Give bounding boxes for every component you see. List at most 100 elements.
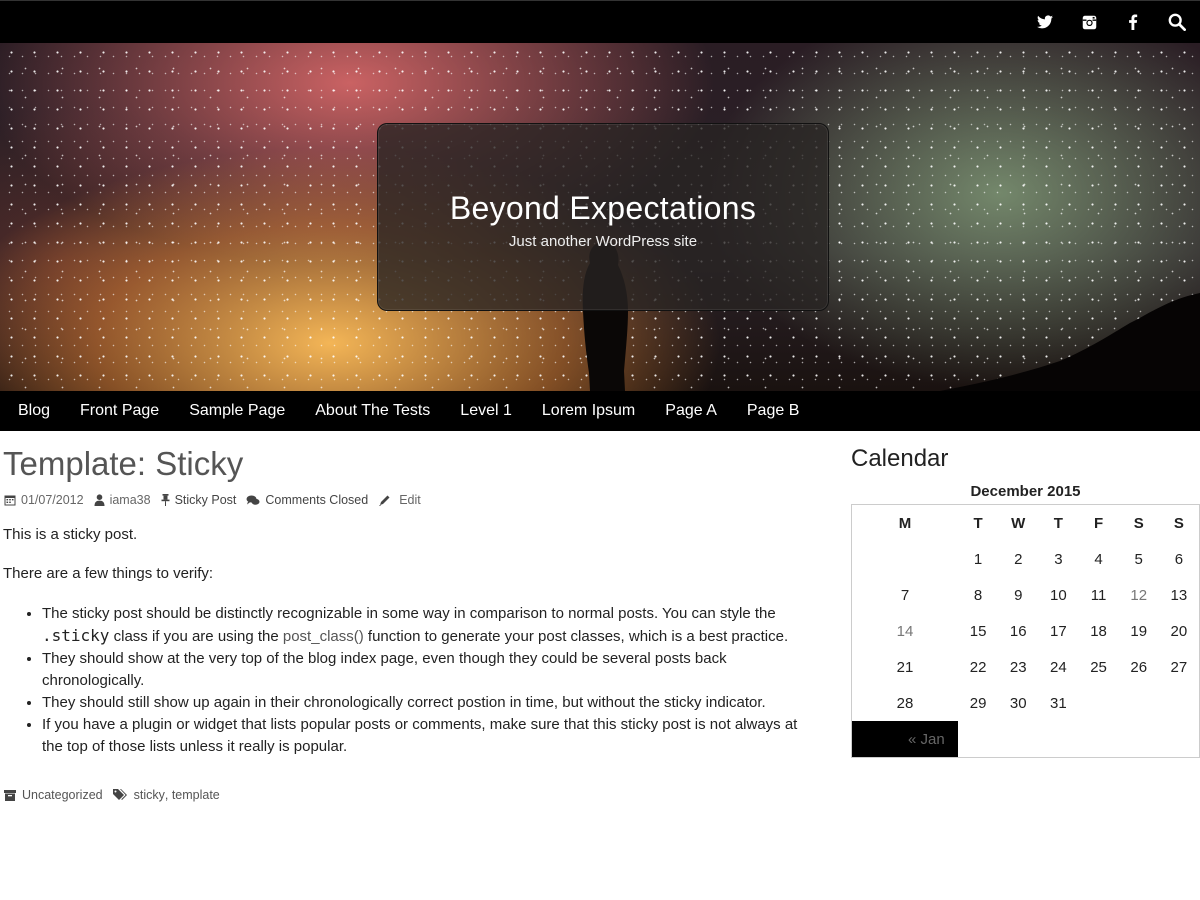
- calendar-day: 3: [1054, 550, 1063, 568]
- calendar-prev-link[interactable]: « Jan: [852, 721, 958, 757]
- calendar-day: 6: [1174, 550, 1184, 568]
- tag-link-sticky[interactable]: sticky: [134, 788, 165, 802]
- calendar-week-row: 14 15 16 17 18 19 20: [852, 613, 1200, 649]
- post-date[interactable]: 01/07/2012: [21, 493, 84, 507]
- post-content: This is a sticky post. There are a few t…: [3, 524, 820, 758]
- calendar-day: 9: [1014, 586, 1023, 604]
- calendar-day-link[interactable]: 14: [852, 613, 959, 649]
- nav-about-the-tests[interactable]: About The Tests: [315, 402, 430, 420]
- calendar-day: 17: [1050, 622, 1067, 640]
- calendar-weekday-row: M T W T F S S: [852, 505, 1200, 542]
- calendar-day: 7: [900, 586, 910, 604]
- calendar-day: [1078, 685, 1118, 721]
- bullet-text: The sticky post should be distinctly rec…: [42, 605, 776, 622]
- list-item: If you have a plugin or widget that list…: [42, 714, 812, 758]
- calendar-day: 26: [1130, 658, 1148, 676]
- archive-icon: [4, 789, 16, 801]
- edit-link[interactable]: Edit: [399, 493, 421, 507]
- comments-status: Comments Closed: [265, 493, 369, 507]
- calendar-day: 29: [969, 694, 987, 712]
- weekday-label: T: [973, 514, 983, 532]
- search-icon[interactable]: [1168, 13, 1186, 31]
- calendar-day: 5: [1134, 550, 1143, 568]
- tags-icon: [112, 789, 127, 800]
- header-image: Beyond Expectations Just another WordPre…: [0, 43, 1200, 391]
- inline-code: .sticky: [42, 626, 110, 645]
- calendar-day: 22: [969, 658, 987, 676]
- post-taxonomy: Uncategorized sticky, template: [4, 788, 820, 802]
- nav-lorem-ipsum[interactable]: Lorem Ipsum: [542, 402, 635, 420]
- calendar-day-link[interactable]: 12: [1119, 577, 1159, 613]
- category-link[interactable]: Uncategorized: [22, 788, 103, 802]
- social-bar: [0, 0, 1200, 43]
- calendar-day: [1159, 685, 1200, 721]
- user-icon: [94, 494, 105, 506]
- nav-sample-page[interactable]: Sample Page: [189, 402, 285, 420]
- calendar-day: 21: [896, 658, 914, 676]
- nav-blog[interactable]: Blog: [18, 402, 50, 420]
- calendar-week-row: 28 29 30 31: [852, 685, 1200, 721]
- calendar-day: 1: [973, 550, 983, 568]
- calendar-day: [1119, 685, 1159, 721]
- calendar-day: 16: [1009, 622, 1027, 640]
- weekday-label: S: [1133, 514, 1144, 532]
- post-title[interactable]: Template: Sticky: [3, 445, 820, 483]
- twitter-icon[interactable]: [1036, 13, 1054, 31]
- instagram-icon[interactable]: [1080, 13, 1098, 31]
- calendar-day: 31: [1050, 694, 1067, 712]
- weekday-label: S: [1173, 514, 1184, 532]
- calendar-day: 4: [1094, 550, 1103, 568]
- calendar-day: 25: [1090, 658, 1107, 676]
- list-item: They should show at the very top of the …: [42, 648, 812, 692]
- calendar-day: 28: [896, 694, 914, 712]
- calendar-day: 23: [1009, 658, 1027, 676]
- calendar-week-row: 21 22 23 24 25 26 27: [852, 649, 1200, 685]
- bullet-text: function to generate your post classes, …: [363, 628, 789, 645]
- post-bullet-list: The sticky post should be distinctly rec…: [3, 603, 812, 758]
- calendar-day: 18: [1090, 622, 1107, 640]
- weekday-label: F: [1093, 514, 1104, 532]
- nav-front-page[interactable]: Front Page: [80, 402, 159, 420]
- calendar-week-row: 7 8 9 10 11 12 13: [852, 577, 1200, 613]
- nav-page-a[interactable]: Page A: [665, 402, 717, 420]
- calendar-day: 20: [1170, 622, 1188, 640]
- calendar-day: 30: [1009, 694, 1027, 712]
- main-navigation: Blog Front Page Sample Page About The Te…: [0, 391, 1200, 431]
- site-title[interactable]: Beyond Expectations: [378, 190, 828, 227]
- calendar-day: [852, 541, 959, 577]
- calendar-day: 27: [1170, 658, 1188, 676]
- post: Template: Sticky 01/07/2012 iama38 Stick…: [0, 431, 820, 802]
- comments-icon: [246, 495, 260, 505]
- nav-level-1[interactable]: Level 1: [460, 402, 512, 420]
- calendar-widget-title: Calendar: [851, 445, 949, 472]
- weekday-label: W: [1011, 514, 1026, 532]
- sidebar: Calendar December 2015 M T W T F S S 1 2: [851, 431, 1200, 758]
- edit-icon: [379, 495, 390, 506]
- calendar-day: 13: [1170, 586, 1188, 604]
- calendar-month: December 2015: [970, 483, 1081, 500]
- list-item: The sticky post should be distinctly rec…: [42, 603, 812, 648]
- calendar-icon: [4, 495, 16, 506]
- post-class-link[interactable]: post_class(): [283, 628, 364, 645]
- calendar-day: 8: [973, 586, 983, 604]
- sticky-label: Sticky Post: [174, 493, 237, 507]
- calendar-table: December 2015 M T W T F S S 1 2 3 4 5 6 …: [851, 483, 1200, 758]
- list-item: They should still show up again in their…: [42, 692, 812, 714]
- calendar-week-row: 1 2 3 4 5 6: [852, 541, 1200, 577]
- calendar-day: 2: [1014, 550, 1023, 568]
- calendar-nav-row: « Jan: [852, 721, 1200, 758]
- calendar-day: 19: [1130, 622, 1148, 640]
- post-author[interactable]: iama38: [110, 493, 151, 507]
- facebook-icon[interactable]: [1124, 13, 1142, 31]
- calendar-day: 11: [1090, 586, 1107, 604]
- site-branding: Beyond Expectations Just another WordPre…: [377, 123, 829, 311]
- post-paragraph-2: There are a few things to verify:: [3, 565, 214, 582]
- calendar-day: 10: [1050, 586, 1067, 604]
- weekday-label: M: [898, 514, 912, 532]
- nav-page-b[interactable]: Page B: [747, 402, 799, 420]
- calendar-day: 24: [1050, 658, 1067, 676]
- bullet-text: class if you are using the: [109, 628, 283, 645]
- calendar-day: 15: [969, 622, 987, 640]
- tag-link-template[interactable]: template: [172, 788, 220, 802]
- site-tagline: Just another WordPress site: [508, 233, 698, 250]
